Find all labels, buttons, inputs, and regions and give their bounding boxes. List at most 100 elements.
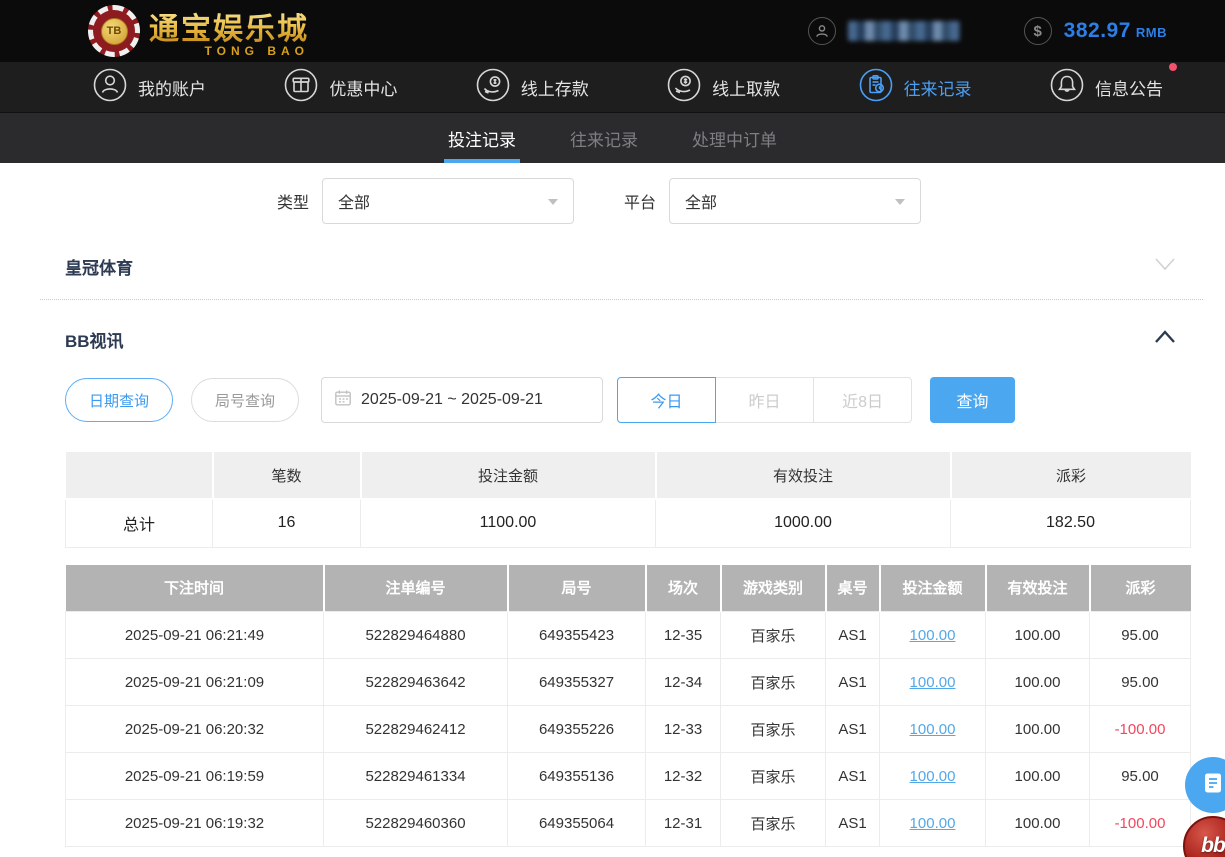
cell-game-type: 百家乐 — [720, 705, 826, 753]
cell-table-id: AS1 — [825, 611, 880, 659]
logo-text: 通宝娱乐城 TONG BAO — [149, 4, 309, 58]
notification-dot — [1168, 62, 1177, 71]
summary-total-label: 总计 — [65, 498, 213, 548]
cell-round-id: 649355136 — [507, 752, 646, 800]
tab-label: 往来记录 — [570, 130, 638, 150]
query-controls: 日期查询 局号查询 2025-09-21 ~ 2025-09-21 今日 昨日 … — [65, 377, 1225, 423]
nav-item-my-account[interactable]: 我的账户 — [92, 67, 206, 108]
tab-bet-records[interactable]: 投注记录 — [444, 113, 520, 163]
date-range-input[interactable]: 2025-09-21 ~ 2025-09-21 — [321, 377, 604, 423]
type-select[interactable]: 全部 — [322, 178, 575, 224]
summary-valid-bet: 1000.00 — [655, 498, 951, 548]
tab-transaction-records[interactable]: 往来记录 — [566, 113, 642, 163]
bet-amount-link[interactable]: 100.00 — [910, 721, 956, 738]
platform-select[interactable]: 全部 — [669, 178, 922, 224]
cell-bet-time: 2025-09-21 06:19:32 — [65, 799, 324, 847]
gift-icon — [283, 67, 319, 108]
balance-currency: RMB — [1135, 25, 1167, 40]
cell-valid-bet: 100.00 — [985, 752, 1090, 800]
cell-valid-bet: 100.00 — [985, 799, 1090, 847]
summary-total-row: 总计 16 1100.00 1000.00 182.50 — [65, 498, 1191, 548]
type-select-value: 全部 — [338, 195, 371, 212]
nav-item-label: 往来记录 — [903, 79, 972, 99]
calendar-icon — [334, 389, 352, 412]
bet-amount-link[interactable]: 100.00 — [910, 768, 956, 785]
cell-bet-amount: 100.00 — [879, 705, 986, 753]
summary-header-bet-amount: 投注金额 — [360, 452, 657, 500]
summary-bet-amount: 1100.00 — [360, 498, 656, 548]
coin-icon: $ — [1023, 17, 1052, 45]
cell-bet-amount: 100.00 — [879, 752, 986, 800]
chevron-down-icon[interactable] — [1153, 256, 1177, 277]
active-tab-underline — [444, 159, 520, 163]
customer-service-fab[interactable] — [1185, 757, 1225, 813]
date-query-toggle[interactable]: 日期查询 — [65, 378, 174, 422]
header-valid-bet: 有效投注 — [985, 564, 1091, 612]
cell-order-id: 522829463642 — [323, 658, 508, 706]
cell-bet-amount: 100.00 — [879, 799, 986, 847]
summary-payout: 182.50 — [950, 498, 1191, 548]
header-payout: 派彩 — [1089, 564, 1191, 612]
cell-round-id: 649355064 — [507, 799, 646, 847]
platform-select-value: 全部 — [685, 195, 718, 212]
search-button[interactable]: 查询 — [930, 377, 1016, 423]
nav-item-transaction-records[interactable]: 往来记录 — [858, 67, 972, 108]
nav-item-label: 我的账户 — [138, 79, 206, 99]
quick-date-group: 今日 昨日 近8日 — [617, 377, 913, 423]
type-filter-label: 类型 — [277, 195, 310, 212]
cell-bet-time: 2025-09-21 06:21:09 — [65, 658, 324, 706]
quick-yesterday-button[interactable]: 昨日 — [715, 377, 815, 423]
cell-game-type: 百家乐 — [720, 658, 826, 706]
round-query-toggle[interactable]: 局号查询 — [191, 378, 300, 422]
quick-today-button[interactable]: 今日 — [617, 377, 717, 423]
header-table-id: 桌号 — [825, 564, 881, 612]
quick-last8days-button[interactable]: 近8日 — [813, 377, 913, 423]
section-title: 皇冠体育 — [65, 259, 133, 278]
main-nav: 我的账户 优惠中心 线上存款 线上取款 往来记录 信息公告 — [0, 62, 1225, 113]
header-order-id: 注单编号 — [323, 564, 509, 612]
nav-item-promotions[interactable]: 优惠中心 — [283, 67, 397, 108]
tab-pending-orders[interactable]: 处理中订单 — [688, 113, 781, 163]
cell-valid-bet: 100.00 — [985, 705, 1090, 753]
chevron-up-icon[interactable] — [1153, 329, 1177, 350]
section-bb-video[interactable]: BB视讯 — [0, 327, 1225, 352]
cell-game-type: 百家乐 — [720, 799, 826, 847]
cell-payout: 95.00 — [1089, 752, 1191, 800]
filter-row: 类型 全部 平台 全部 — [0, 163, 1225, 224]
cell-payout: -100.00 — [1089, 705, 1191, 753]
nav-item-label: 线上取款 — [712, 79, 781, 99]
cell-order-id: 522829461334 — [323, 752, 508, 800]
user-avatar-icon — [807, 17, 836, 45]
username-masked — [847, 21, 960, 41]
cell-bet-time: 2025-09-21 06:20:32 — [65, 705, 324, 753]
bet-amount-link[interactable]: 100.00 — [910, 627, 956, 644]
site-subtitle: TONG BAO — [204, 44, 309, 58]
nav-item-withdraw[interactable]: 线上取款 — [666, 67, 780, 108]
section-divider — [40, 299, 1203, 300]
withdraw-icon — [666, 67, 702, 108]
deposit-icon — [475, 67, 511, 108]
chevron-down-icon — [548, 199, 559, 205]
section-crown-sports[interactable]: 皇冠体育 — [0, 254, 1225, 279]
header-bet-amount: 投注金额 — [879, 564, 987, 612]
cell-session: 12-31 — [645, 799, 721, 847]
date-range-value: 2025-09-21 ~ 2025-09-21 — [361, 391, 543, 408]
bet-amount-link[interactable]: 100.00 — [910, 674, 956, 691]
platform-filter-label: 平台 — [624, 195, 657, 212]
cell-session: 12-34 — [645, 658, 721, 706]
table-row: 2025-09-21 06:19:59 522829461334 649355136… — [65, 752, 1191, 800]
poker-chip-icon: TB — [88, 5, 140, 57]
bet-amount-link[interactable]: 100.00 — [910, 815, 956, 832]
site-logo[interactable]: TB 通宝娱乐城 TONG BAO — [88, 4, 309, 58]
summary-count: 16 — [212, 498, 361, 548]
header-game-type: 游戏类别 — [720, 564, 827, 612]
cell-bet-time: 2025-09-21 06:19:59 — [65, 752, 324, 800]
nav-item-label: 信息公告 — [1094, 79, 1163, 99]
nav-item-deposit[interactable]: 线上存款 — [475, 67, 589, 108]
user-area: $ 382.97 RMB — [807, 17, 1167, 45]
cell-order-id: 522829464880 — [323, 611, 508, 659]
records-icon — [858, 67, 894, 108]
nav-item-announcements[interactable]: 信息公告 — [1049, 62, 1177, 108]
nav-item-label: 优惠中心 — [329, 79, 398, 99]
table-row: 2025-09-21 06:21:49 522829464880 649355423… — [65, 611, 1191, 659]
